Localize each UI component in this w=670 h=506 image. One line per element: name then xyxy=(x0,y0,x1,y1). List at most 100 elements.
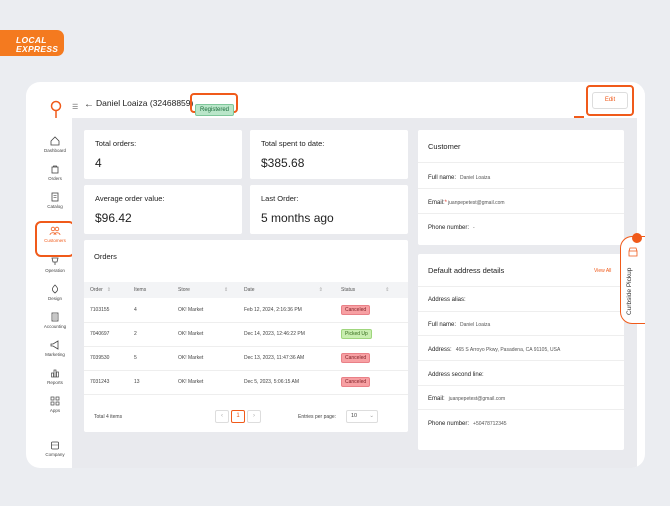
order-status: Canceled xyxy=(335,298,408,323)
divider xyxy=(418,162,624,163)
sidebar-label: Apps xyxy=(49,408,61,413)
chevron-down-icon: ⌄ xyxy=(369,413,374,419)
table-footer: Total 4 items ‹ 1 › Entries per page: 10… xyxy=(84,404,408,432)
status-badge: Canceled xyxy=(341,353,371,363)
next-page-button[interactable]: › xyxy=(247,410,261,423)
status-badge: Canceled xyxy=(341,304,371,315)
divider xyxy=(418,188,624,189)
column-header-date[interactable]: Date ⇕ xyxy=(238,282,335,298)
table-header-row: Order ⇕ Items Store ⇕ Date ⇕ Status ⇕ xyxy=(84,282,408,298)
order-items: 5 xyxy=(128,346,172,371)
divider xyxy=(418,335,624,336)
sidebar-label: Catalog xyxy=(47,204,63,209)
order-items: 4 xyxy=(128,298,172,323)
megaphone-icon xyxy=(50,340,59,350)
content-area: Total orders: 4 Total spent to date: $38… xyxy=(72,118,637,468)
divider xyxy=(418,213,624,214)
app-window: Dashboard Orders Catalog Customers Opera… xyxy=(26,82,645,468)
customer-email: Email:*juanpepetest@gmail.com xyxy=(428,200,505,206)
prev-page-button[interactable]: ‹ xyxy=(215,410,229,423)
field-label: Full name: xyxy=(428,322,457,328)
page-title: Daniel Loaiza (32468859) xyxy=(96,98,194,108)
address-second-line: Address second line: xyxy=(428,372,484,378)
design-icon xyxy=(51,284,59,294)
last-order-card: Last Order: 5 months ago xyxy=(250,185,408,234)
customers-icon xyxy=(49,226,61,236)
entries-value: 10 xyxy=(351,413,358,419)
customer-title: Customer xyxy=(428,142,461,151)
column-header-status[interactable]: Status ⇕ xyxy=(335,282,408,298)
back-arrow-icon[interactable]: ← xyxy=(84,99,94,110)
field-label: Address alias: xyxy=(428,297,466,303)
required-asterisk: * xyxy=(444,200,448,206)
field-label: Phone number: xyxy=(428,225,470,231)
field-label: Email: xyxy=(428,396,445,402)
orders-card: Orders Order ⇕ Items Store ⇕ Date ⇕ Status ⇕ xyxy=(84,240,408,432)
order-date: Dec 13, 2023, 11:47:36 AM xyxy=(238,346,335,371)
stat-label: Total spent to date: xyxy=(261,139,325,148)
storefront-icon xyxy=(628,247,638,257)
curbside-pickup-tab[interactable]: Curbside Pickup xyxy=(620,233,645,324)
company-icon xyxy=(51,441,59,450)
table-row[interactable]: 7040697 2 OK! Market Dec 14, 2023, 12:46… xyxy=(84,322,408,347)
stat-value: 5 months ago xyxy=(261,211,334,225)
customer-card: Customer Full name: Daniel Loaiza Email:*… xyxy=(418,130,624,245)
main-area: ☰ ← Daniel Loaiza (32468859) Registered … xyxy=(72,82,645,468)
field-value: Daniel Loaiza xyxy=(460,322,491,328)
sidebar-label: Reports xyxy=(47,380,63,385)
total-orders-card: Total orders: 4 xyxy=(84,130,242,179)
table-row[interactable]: 7039530 5 OK! Market Dec 13, 2023, 11:47… xyxy=(84,346,408,371)
sidebar-label: Company xyxy=(45,452,65,457)
average-order-card: Average order value: $96.42 xyxy=(84,185,242,234)
field-value: +50478712345 xyxy=(473,421,507,427)
address-phone: Phone number: +50478712345 xyxy=(428,421,507,427)
total-items-label: Total 4 items xyxy=(94,414,123,420)
collapse-sidebar-icon[interactable]: ☰ xyxy=(72,103,81,115)
address-title: Default address details xyxy=(428,266,505,275)
column-header-order[interactable]: Order ⇕ xyxy=(84,282,128,298)
order-date: Feb 12, 2024, 2:16:36 PM xyxy=(238,298,335,323)
order-store: OK! Market xyxy=(172,346,238,371)
order-status: Picked Up xyxy=(335,322,408,347)
view-all-link[interactable]: View All xyxy=(594,268,611,274)
column-header-items[interactable]: Items xyxy=(128,282,172,298)
order-status: Canceled xyxy=(335,346,408,371)
order-id: 7039530 xyxy=(84,346,128,371)
table-row[interactable]: 7031243 13 OK! Market Dec 5, 2023, 5:06:… xyxy=(84,370,408,395)
customer-full-name: Full name: Daniel Loaiza xyxy=(428,175,490,181)
bag-icon xyxy=(51,165,59,174)
page-1-button[interactable]: 1 xyxy=(231,410,245,423)
divider xyxy=(418,311,624,312)
sidebar-label: Accounting xyxy=(43,324,67,329)
accounting-icon xyxy=(51,312,59,322)
customer-phone: Phone number: - xyxy=(428,225,475,231)
column-header-store[interactable]: Store ⇕ xyxy=(172,282,238,298)
table-row[interactable]: 7103155 4 OK! Market Feb 12, 2024, 2:16:… xyxy=(84,298,408,323)
address-email: Email: juanpepetest@gmail.com xyxy=(428,396,505,402)
order-items: 13 xyxy=(128,370,172,395)
order-id: 7103155 xyxy=(84,298,128,323)
stat-label: Average order value: xyxy=(95,194,165,203)
brand-logo: LOCAL EXPRESS xyxy=(0,30,64,56)
status-badge-highlight: Registered xyxy=(190,93,238,116)
status-badge: Canceled xyxy=(341,377,371,387)
address-card: Default address details View All Address… xyxy=(418,254,624,450)
divider xyxy=(418,409,624,410)
sidebar-label: Operation xyxy=(45,268,65,273)
divider xyxy=(418,286,624,287)
orders-table: Order ⇕ Items Store ⇕ Date ⇕ Status ⇕ 710315… xyxy=(84,282,408,395)
stat-label: Last Order: xyxy=(261,194,299,203)
order-id: 7031243 xyxy=(84,370,128,395)
stat-value: $385.68 xyxy=(261,156,305,170)
entries-per-page-select[interactable]: 10 ⌄ xyxy=(346,410,378,423)
curbside-pickup-label: Curbside Pickup xyxy=(626,267,633,315)
order-items: 2 xyxy=(128,322,172,347)
logo-line2: EXPRESS xyxy=(16,44,59,54)
sidebar-label: Orders xyxy=(48,176,62,181)
app-logo-icon[interactable] xyxy=(49,100,63,120)
stat-value: 4 xyxy=(95,156,102,170)
edit-button[interactable]: Edit xyxy=(592,92,628,109)
sidebar-label: Dashboard xyxy=(43,148,66,153)
total-spent-card: Total spent to date: $385.68 xyxy=(250,130,408,179)
field-value: juanpepetest@gmail.com xyxy=(448,200,505,206)
